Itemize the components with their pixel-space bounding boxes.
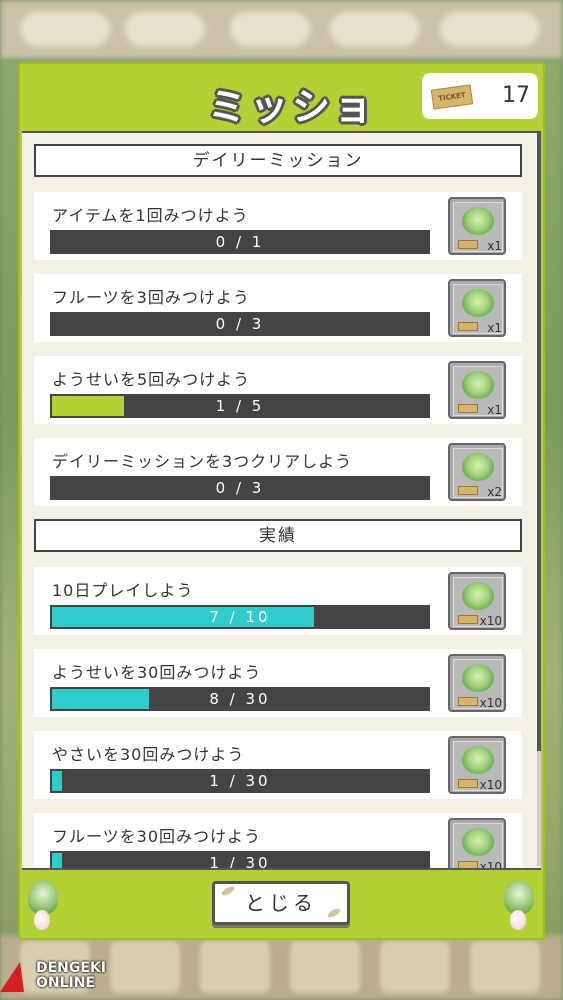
progress-text: 0 / 1 [215,233,265,251]
ticket-icon [458,486,478,495]
reward-quantity: x1 [487,239,502,253]
ticket-icon [458,861,478,868]
mission-row: ようせいを5回みつけよう 1 / 5 x1 [34,356,522,424]
progress-text: 0 / 3 [215,315,265,333]
progress-bar: 8 / 30 [50,687,430,711]
reward-button[interactable]: x10 [448,736,506,794]
mission-row: やさいを30回みつけよう 1 / 30 x10 [34,731,522,799]
ticket-count: 17 [502,83,530,108]
ticket-icon [458,615,478,624]
progress-bar: 0 / 1 [50,230,430,254]
mission-label: 10日プレイしよう [52,581,194,600]
watermark-line1: DENGEKI [36,960,107,976]
progress-bar: 1 / 30 [50,851,430,870]
feather-icon [326,906,342,920]
ticket-icon: TICKET [430,84,474,110]
close-button-label: とじる [245,891,317,915]
mission-row: 10日プレイしよう 7 / 10 x10 [34,567,522,635]
progress-text: 0 / 3 [215,479,265,497]
mission-row: フルーツを30回みつけよう 1 / 30 x10 [34,813,522,870]
lettuce-icon [462,371,494,399]
radish-decoration-icon [496,880,540,936]
progress-text: 1 / 30 [209,854,271,870]
lettuce-icon [462,453,494,481]
progress-bar: 7 / 10 [50,605,430,629]
reward-button[interactable]: x1 [448,361,506,419]
reward-quantity: x2 [487,485,502,499]
feather-icon [220,884,236,898]
mission-label: ようせいを30回みつけよう [52,663,262,682]
mission-row: アイテムを1回みつけよう 0 / 1 x1 [34,192,522,260]
lettuce-icon [462,289,494,317]
progress-text: 8 / 30 [209,690,271,708]
dengeki-online-watermark: DENGEKI ONLINE [0,960,134,996]
reward-quantity: x1 [487,321,502,335]
progress-text: 7 / 10 [209,608,271,626]
scrollbar-thumb[interactable] [537,131,541,751]
reward-button[interactable]: x1 [448,197,506,255]
mission-dialog: ミッション TICKET 17 デイリーミッション アイテムを1回みつけよう 0… [18,62,545,940]
reward-quantity: x10 [479,860,502,870]
reward-button[interactable]: x10 [448,572,506,630]
section-header-achievements: 実績 [34,519,522,552]
ticket-icon [458,697,478,706]
reward-button[interactable]: x10 [448,654,506,712]
reward-button[interactable]: x1 [448,279,506,337]
ticket-icon [458,404,478,413]
watermark-line2: ONLINE [36,975,96,991]
background-top-bar [0,0,563,60]
ticket-icon [458,779,478,788]
progress-bar: 1 / 5 [50,394,430,418]
reward-quantity: x10 [479,614,502,628]
mission-row: フルーツを3回みつけよう 0 / 3 x1 [34,274,522,342]
mission-row: ようせいを30回みつけよう 8 / 30 x10 [34,649,522,717]
mission-label: フルーツを30回みつけよう [52,827,262,846]
section-header-daily: デイリーミッション [34,144,522,177]
reward-quantity: x10 [479,696,502,710]
lettuce-icon [462,828,494,856]
reward-quantity: x10 [479,778,502,792]
mission-label: やさいを30回みつけよう [52,745,245,764]
progress-bar: 1 / 30 [50,769,430,793]
mission-label: フルーツを3回みつけよう [52,288,250,307]
ticket-counter: TICKET 17 [422,73,538,119]
mission-label: アイテムを1回みつけよう [52,206,249,225]
mission-label: ようせいを5回みつけよう [52,370,251,389]
reward-quantity: x1 [487,403,502,417]
progress-bar: 0 / 3 [50,476,430,500]
ticket-icon [458,322,478,331]
radish-decoration-icon [20,880,64,936]
progress-text: 1 / 5 [215,397,265,415]
ticket-icon [458,240,478,249]
mission-list[interactable]: デイリーミッション アイテムを1回みつけよう 0 / 1 x1 フルーツを3回み… [22,131,541,870]
reward-button[interactable]: x2 [448,443,506,501]
dialog-title: ミッション [208,85,377,184]
reward-button[interactable]: x10 [448,818,506,870]
mission-label: デイリーミッションを3つクリアしよう [52,452,353,471]
close-button[interactable]: とじる [212,881,350,925]
progress-text: 1 / 30 [209,772,271,790]
lettuce-icon [462,664,494,692]
lettuce-icon [462,582,494,610]
lightning-logo-icon [0,962,33,992]
progress-bar: 0 / 3 [50,312,430,336]
mission-row: デイリーミッションを3つクリアしよう 0 / 3 x2 [34,438,522,506]
lettuce-icon [462,746,494,774]
lettuce-icon [462,207,494,235]
